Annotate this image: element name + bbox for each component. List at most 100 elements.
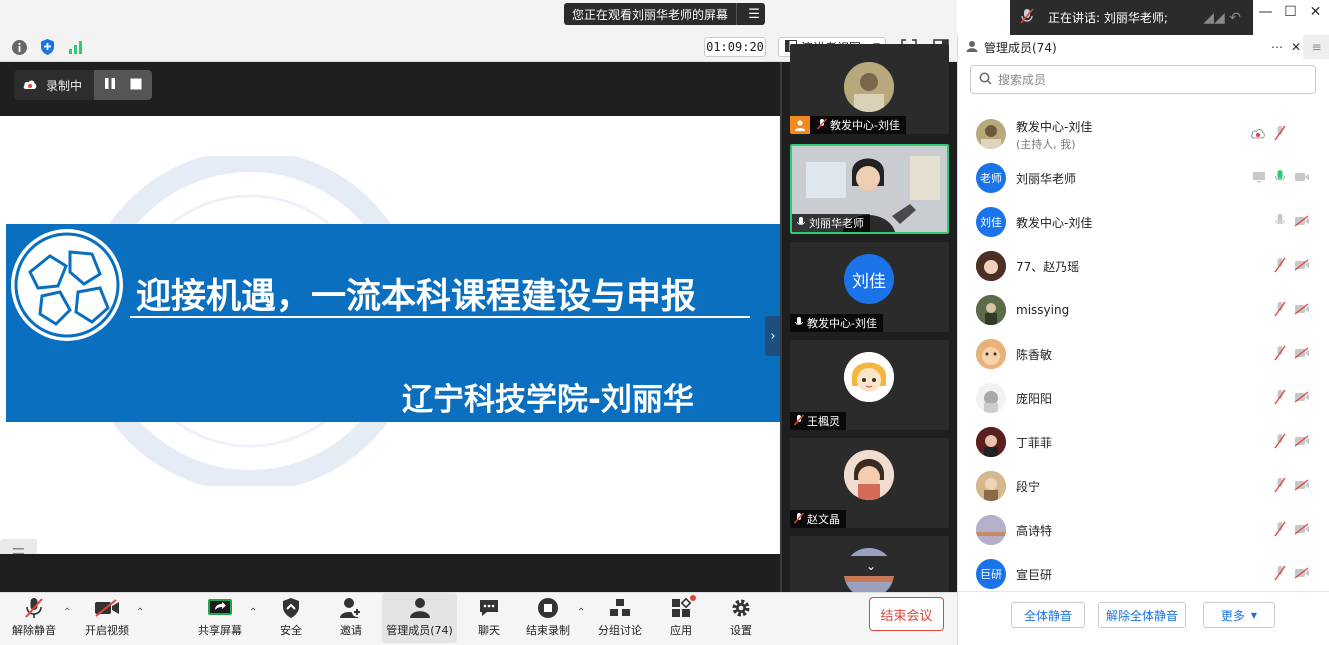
- chevron-up-icon[interactable]: ⌃: [63, 607, 71, 618]
- active-speaker-text: 正在讲话: 刘丽华老师;: [1048, 11, 1168, 25]
- search-input[interactable]: 搜索成员: [970, 65, 1316, 94]
- member-row[interactable]: 段宁: [958, 464, 1316, 508]
- video-tile[interactable]: 教发中心-刘佳: [790, 44, 949, 134]
- shield-icon: [278, 596, 304, 620]
- invite-button[interactable]: 邀请: [332, 593, 370, 643]
- slide-title: 迎接机遇，一流本科课程建设与申报: [136, 277, 697, 317]
- chevron-up-icon[interactable]: ⌃: [577, 607, 585, 618]
- member-role: (主持人, 我): [1016, 138, 1076, 151]
- stop-recording-button[interactable]: 结束录制: [522, 593, 574, 643]
- share-screen-button[interactable]: 共享屏幕: [194, 593, 246, 643]
- member-name: 宣巨研: [1016, 567, 1053, 582]
- more-button[interactable]: 更多 ▼: [1203, 602, 1275, 628]
- close-icon[interactable]: ✕: [1291, 40, 1301, 54]
- video-off-icon[interactable]: [1294, 390, 1310, 406]
- mic-muted-icon[interactable]: [1274, 345, 1286, 364]
- add-user-icon: [338, 596, 364, 620]
- video-tile-name: 王楓灵: [807, 415, 840, 428]
- chevron-up-icon[interactable]: ⌃: [136, 607, 144, 618]
- manage-members-button[interactable]: 管理成员(74): [382, 593, 457, 643]
- panel-title: 管理成员(74): [984, 40, 1057, 55]
- video-off-icon[interactable]: [1294, 214, 1310, 230]
- menu-icon[interactable]: ≡: [1303, 35, 1329, 59]
- more-options-icon[interactable]: ⋯: [1271, 40, 1283, 54]
- member-row[interactable]: 丁菲菲: [958, 420, 1316, 464]
- video-tile[interactable]: 赵文晶: [790, 438, 949, 528]
- video-on-icon[interactable]: [1294, 171, 1310, 186]
- avatar: 刘佳: [844, 254, 894, 304]
- mic-muted-icon: [21, 596, 47, 620]
- unmute-button[interactable]: 解除静音: [8, 593, 60, 643]
- viewing-banner-text: 您正在观看刘丽华老师的屏幕: [572, 7, 729, 22]
- mic-icon: [796, 216, 806, 231]
- member-row[interactable]: 77、赵乃瑶: [958, 244, 1316, 288]
- mic-muted-icon[interactable]: [1274, 125, 1286, 144]
- member-row[interactable]: 老师 刘丽华老师: [958, 156, 1316, 200]
- end-meeting-button[interactable]: 结束会议: [869, 597, 944, 631]
- stop-icon[interactable]: [130, 78, 142, 93]
- pin-icon[interactable]: ◢◢ ↶: [1203, 10, 1241, 26]
- mic-muted-icon[interactable]: [1274, 565, 1286, 584]
- video-off-icon[interactable]: [1294, 566, 1310, 582]
- minimize-icon[interactable]: —: [1253, 4, 1278, 20]
- apps-button[interactable]: 应用: [662, 593, 700, 643]
- member-name: 高诗特: [1016, 523, 1053, 538]
- chevron-right-icon[interactable]: ›: [765, 316, 781, 356]
- screen-share-icon: [1252, 171, 1266, 186]
- chat-button[interactable]: 聊天: [470, 593, 508, 643]
- member-name: 教发中心-刘佳: [1016, 120, 1093, 134]
- maximize-icon[interactable]: ☐: [1278, 4, 1303, 20]
- mic-muted-icon[interactable]: [1274, 257, 1286, 276]
- mic-muted-icon[interactable]: [1274, 477, 1286, 496]
- member-row[interactable]: 庞阳阳: [958, 376, 1316, 420]
- start-video-button[interactable]: 开启视频: [81, 593, 133, 643]
- university-logo: [11, 229, 123, 341]
- member-row[interactable]: 高诗特: [958, 508, 1316, 552]
- video-off-icon[interactable]: [1294, 434, 1310, 450]
- member-row[interactable]: 刘佳 教发中心-刘佳: [958, 200, 1316, 244]
- avatar: [976, 383, 1006, 413]
- user-icon: [966, 40, 978, 55]
- mic-muted-icon: [816, 118, 828, 133]
- member-row[interactable]: 教发中心-刘佳 (主持人, 我): [958, 112, 1316, 156]
- mic-muted-icon[interactable]: [1274, 389, 1286, 408]
- mic-muted-icon[interactable]: [1274, 301, 1286, 320]
- stop-record-icon: [535, 596, 561, 620]
- security-button[interactable]: 安全: [272, 593, 310, 643]
- video-off-icon[interactable]: [1294, 258, 1310, 274]
- mic-muted-icon: [793, 414, 805, 429]
- video-tile[interactable]: 刘佳 教发中心-刘佳: [790, 242, 949, 332]
- video-tile[interactable]: 王楓灵: [790, 340, 949, 430]
- recording-bar: 录制中: [14, 70, 153, 100]
- pause-icon[interactable]: [104, 77, 116, 93]
- shield-icon[interactable]: [38, 38, 56, 56]
- mic-active-icon[interactable]: [1274, 169, 1286, 188]
- mic-muted-icon[interactable]: [1274, 521, 1286, 540]
- menu-icon[interactable]: ☰: [743, 7, 765, 22]
- member-row[interactable]: missying: [958, 288, 1316, 332]
- member-row[interactable]: 陈香敏: [958, 332, 1316, 376]
- list-icon[interactable]: ☰: [0, 539, 37, 554]
- chevron-up-icon[interactable]: ⌃: [249, 607, 257, 618]
- settings-button[interactable]: 设置: [722, 593, 760, 643]
- signal-icon[interactable]: [66, 38, 84, 56]
- video-off-icon[interactable]: [1294, 522, 1310, 538]
- mic-muted-icon[interactable]: [1274, 433, 1286, 452]
- video-off-icon[interactable]: [1294, 302, 1310, 318]
- mute-all-button[interactable]: 全体静音: [1011, 602, 1085, 628]
- member-row[interactable]: 巨研 宣巨研: [958, 552, 1316, 596]
- video-off-icon[interactable]: [1294, 346, 1310, 362]
- recording-label: 录制中: [46, 78, 83, 93]
- chevron-down-icon[interactable]: ⌄: [835, 556, 907, 576]
- video-off-icon[interactable]: [1294, 478, 1310, 494]
- mic-icon[interactable]: [1274, 213, 1286, 232]
- video-tile-active[interactable]: 刘丽华老师: [790, 144, 949, 234]
- notification-dot: [690, 595, 696, 601]
- info-icon[interactable]: [10, 38, 28, 56]
- unmute-all-button[interactable]: 解除全体静音: [1098, 602, 1186, 628]
- users-icon: [407, 596, 433, 620]
- user-icon: [790, 116, 810, 134]
- meeting-toolbar: 解除静音 ⌃ 开启视频 ⌃ 共享屏幕 ⌃ 安全 邀请 管理成员(74) 聊天 结…: [0, 592, 957, 645]
- breakout-rooms-button[interactable]: 分组讨论: [595, 593, 645, 643]
- close-icon[interactable]: ✕: [1303, 4, 1328, 20]
